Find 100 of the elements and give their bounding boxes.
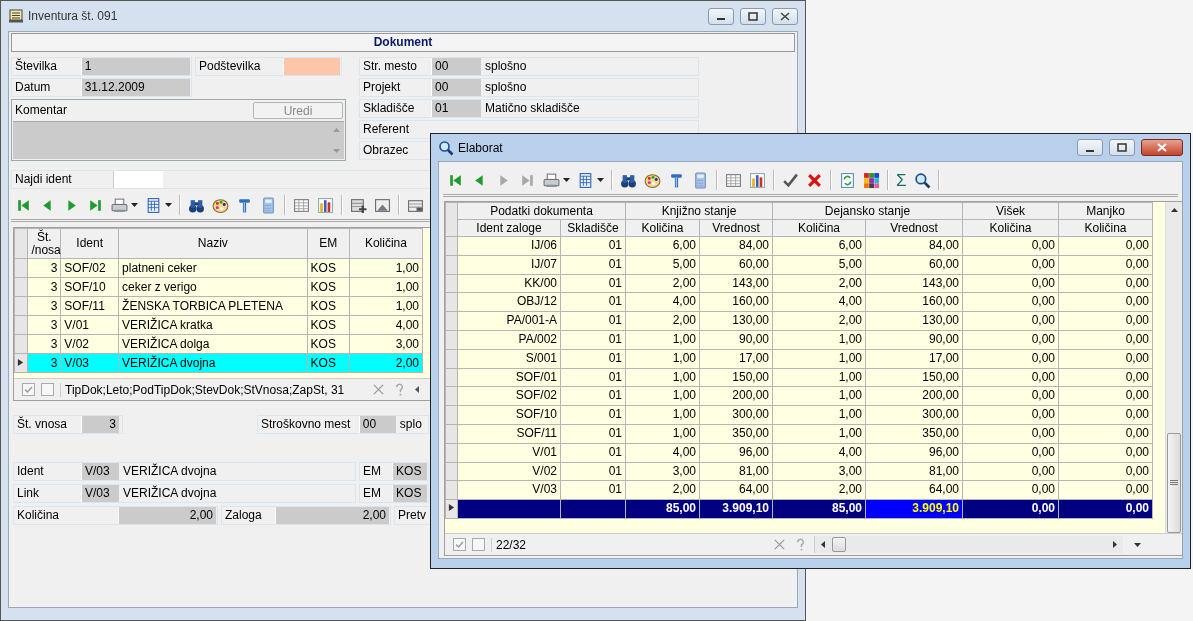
table-cell: 6,00 [625, 236, 700, 256]
table-cell: 1,00 [625, 405, 700, 425]
close-button[interactable] [1141, 139, 1183, 156]
column-header[interactable]: EM [307, 228, 350, 259]
color-grid-icon[interactable] [863, 171, 880, 189]
table-cell: 1,00 [625, 349, 700, 369]
code-field[interactable]: 01 [431, 100, 481, 117]
maximize-button[interactable] [740, 7, 766, 25]
table-row[interactable]: 3 SOF/02 platneni ceker KOS 1,00 [14, 258, 423, 278]
table-row[interactable]: 3 V/03 VERIŽICA dvojna KOS 2,00 [14, 353, 423, 373]
search-icon [438, 139, 454, 156]
minimize-button[interactable] [708, 7, 734, 25]
vertical-scrollbar[interactable] [1165, 202, 1182, 533]
table-cell: 160,00 [865, 292, 963, 312]
table-cell: 160,00 [699, 292, 773, 312]
close-button[interactable] [772, 7, 798, 25]
columns-icon[interactable] [145, 196, 162, 214]
table-cell: 84,00 [865, 236, 963, 256]
column-header[interactable]: Ident [60, 228, 119, 259]
table-row[interactable]: 3 SOF/11 ŽENSKA TORBICA PLETENA KOS 1,00 [14, 296, 423, 316]
checkbox[interactable] [41, 383, 54, 396]
table-cell: SOF/01 [457, 368, 561, 387]
cross-icon[interactable] [806, 171, 823, 189]
checkbox[interactable] [22, 383, 35, 396]
table-cell: 0,00 [1058, 462, 1153, 481]
table-cell: 01 [560, 236, 626, 256]
minimize-icon [717, 18, 725, 20]
columns-icon[interactable] [577, 171, 594, 189]
column-header[interactable]: Št. /nosa [27, 228, 61, 259]
scrollbar-thumb[interactable] [1167, 433, 1181, 533]
entry-number-field[interactable]: 3 [81, 416, 119, 433]
table-cell: 0,00 [1058, 255, 1153, 275]
subnumber-field[interactable] [283, 58, 340, 75]
grid-icon[interactable] [725, 171, 742, 189]
code-field[interactable]: 00 [431, 79, 481, 96]
table-cell: ŽENSKA TORBICA PLETENA [118, 296, 308, 316]
minimize-button[interactable] [1077, 139, 1103, 156]
scroll-up-icon[interactable] [1169, 206, 1179, 215]
table-cell: 01 [560, 443, 626, 463]
table-cell: 0,00 [1058, 424, 1153, 444]
table-cell: 200,00 [699, 386, 773, 406]
table-cell: 0,00 [962, 405, 1059, 425]
table-cell: 4,00 [772, 292, 866, 312]
scroll-left-icon[interactable] [819, 540, 828, 549]
table-cell: 1,00 [772, 330, 866, 350]
table-cell: KOS [307, 277, 350, 297]
palette-icon[interactable] [212, 196, 229, 214]
table-cell: 96,00 [699, 443, 773, 463]
stock-field[interactable]: 2,00 [275, 507, 389, 524]
field-label: Zaloga [224, 507, 263, 524]
table-cell: 3,00 [349, 334, 423, 354]
delete-icon[interactable] [772, 537, 787, 552]
find-ident-field[interactable] [113, 171, 163, 188]
grid-icon[interactable] [293, 196, 310, 214]
bar-chart-icon[interactable] [749, 171, 766, 189]
add-row-icon[interactable] [350, 196, 367, 214]
column-header[interactable]: Naziv [118, 228, 308, 259]
table-row[interactable]: 3 V/01 VERIŽICA kratka KOS 4,00 [14, 315, 423, 335]
scrollbar-thumb[interactable] [832, 537, 846, 552]
table-cell: 01 [560, 349, 626, 369]
refresh-icon[interactable] [839, 171, 856, 189]
table-row[interactable]: 3 SOF/10 ceker z verigo KOS 1,00 [14, 277, 423, 297]
table-cell: 1,00 [772, 349, 866, 369]
image-icon[interactable] [374, 196, 391, 214]
code-field[interactable]: V/03 [81, 463, 119, 480]
code-field[interactable]: V/03 [81, 485, 119, 502]
table-cell: SOF/11 [457, 424, 561, 444]
checkbox[interactable] [453, 538, 466, 551]
scroll-down-icon[interactable] [1133, 540, 1142, 549]
checkbox[interactable] [472, 538, 485, 551]
search-icon[interactable] [913, 171, 931, 189]
date-field[interactable]: 31.12.2009 [80, 79, 190, 96]
printer-icon[interactable] [543, 171, 560, 189]
printer-icon[interactable] [111, 196, 128, 214]
check-icon[interactable] [782, 171, 799, 189]
horizontal-scrollbar[interactable] [814, 536, 1123, 553]
code-field[interactable]: 00 [358, 416, 396, 433]
table-cell: 6,00 [772, 236, 866, 256]
table-cell: S/001 [457, 349, 561, 369]
code-field[interactable]: 00 [431, 58, 481, 75]
unit-field[interactable]: KOS [392, 485, 427, 502]
table-cell: 0,00 [1058, 443, 1153, 463]
calculator-icon[interactable] [260, 196, 277, 214]
table-cell: 2,00 [772, 311, 866, 331]
quantity-field[interactable]: 2,00 [118, 507, 216, 524]
table-cell: 0,00 [962, 480, 1059, 500]
scroll-right-icon[interactable] [1110, 540, 1119, 549]
unit-field[interactable]: KOS [392, 463, 427, 480]
table-row[interactable]: 3 V/02 VERIŽICA dolga KOS 3,00 [14, 334, 423, 354]
table-cell: 5,00 [772, 255, 866, 275]
maximize-button[interactable] [1109, 139, 1135, 156]
column-header[interactable]: Količina [349, 228, 423, 259]
delete-icon[interactable] [371, 382, 386, 397]
palette-icon[interactable] [644, 171, 661, 189]
number-field[interactable]: 1 [80, 58, 190, 75]
bar-chart-icon[interactable] [317, 196, 334, 214]
sum-icon[interactable]: Σ [896, 171, 907, 189]
calculator-icon[interactable] [692, 171, 709, 189]
field-label: EM [362, 485, 382, 502]
field-label: Stroškovno mest [260, 416, 352, 433]
